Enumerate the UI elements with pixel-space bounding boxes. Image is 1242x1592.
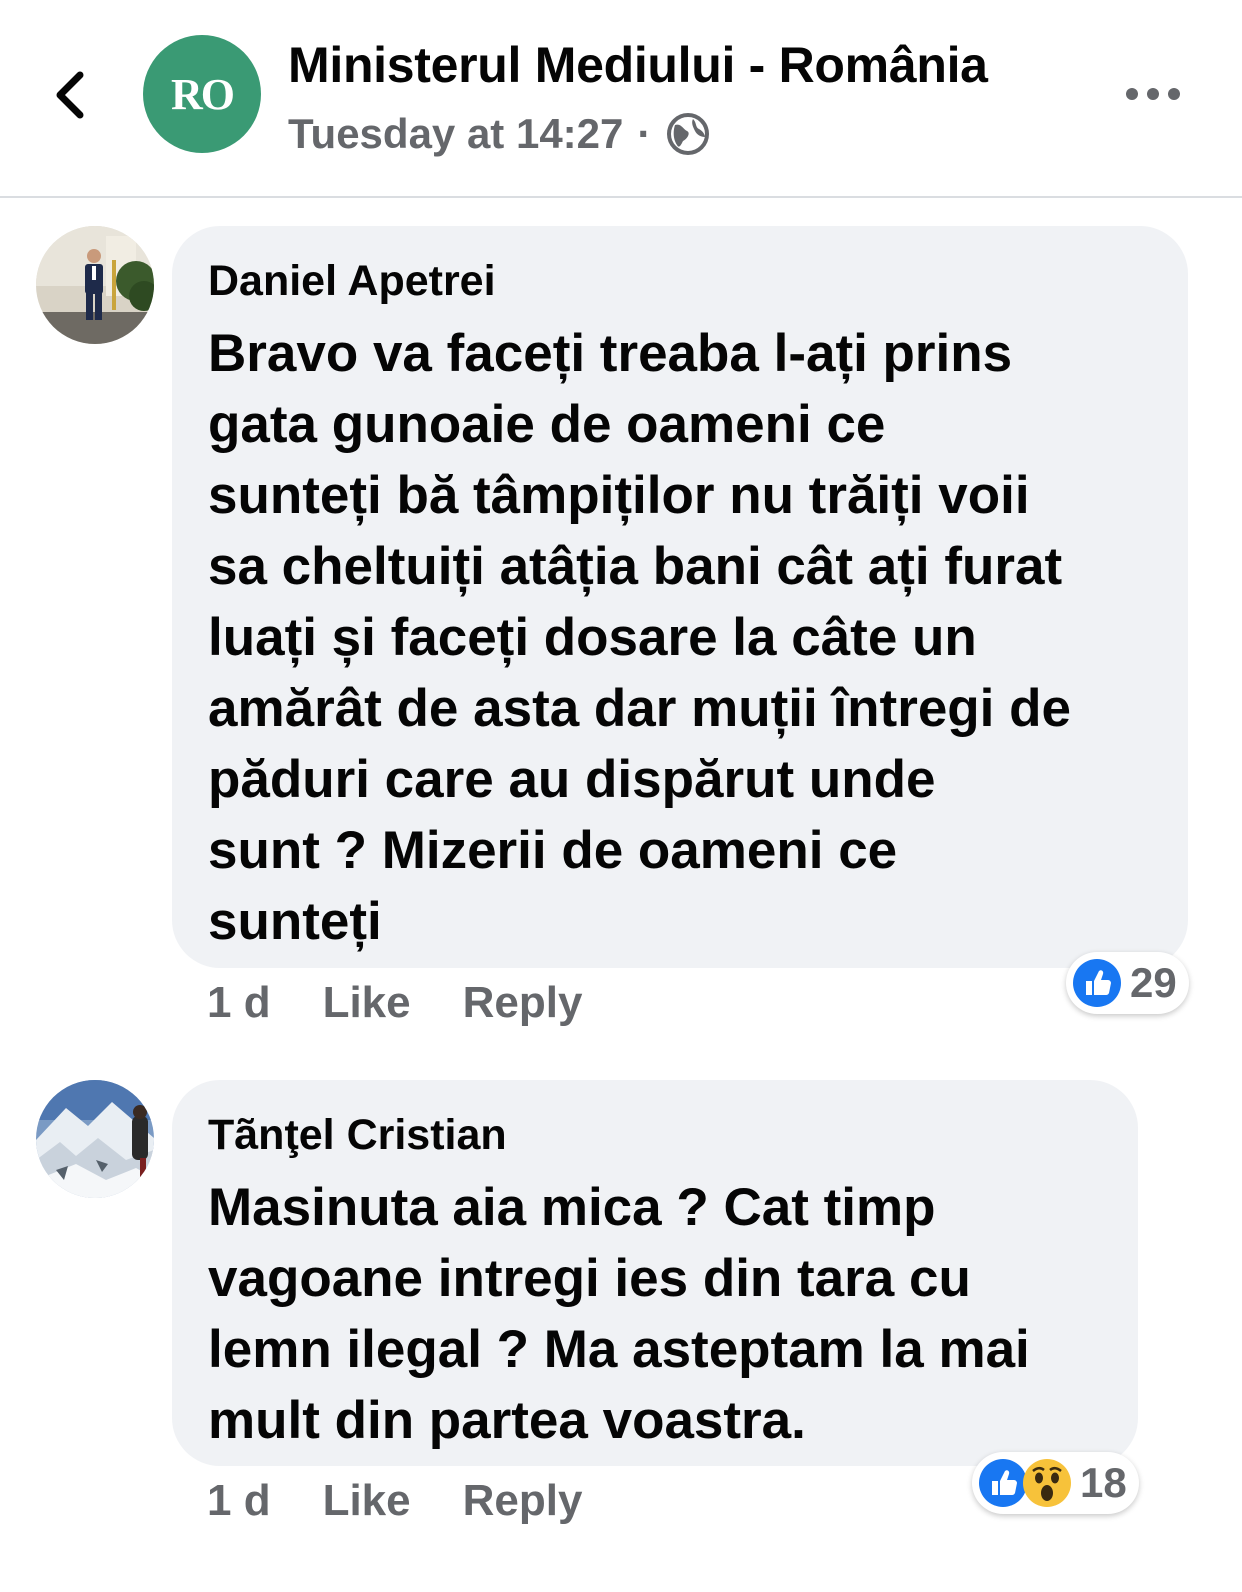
page-avatar-logo: RO [171, 69, 235, 119]
like-reaction-icon [1073, 959, 1121, 1007]
comment-bubble: Tãnţel Cristian Masinuta aia mica ? Cat … [172, 1080, 1138, 1466]
page-title[interactable]: Ministerul Mediului - România [288, 36, 988, 94]
reaction-summary[interactable]: 18 [972, 1452, 1139, 1514]
comment-actions: 1 d Like Reply [207, 978, 582, 1028]
reply-button[interactable]: Reply [463, 978, 583, 1028]
more-dots-icon [1126, 88, 1180, 100]
post-meta: Tuesday at 14:27 · [288, 108, 711, 160]
like-reaction-icon [979, 1459, 1027, 1507]
post-timestamp[interactable]: Tuesday at 14:27 [288, 110, 623, 158]
commenter-avatar[interactable] [36, 226, 154, 344]
comment-bubble: Daniel Apetrei Bravo va faceți treaba l-… [172, 226, 1188, 968]
commenter-photo [36, 226, 154, 344]
more-options-button[interactable] [1118, 72, 1188, 116]
comment-author[interactable]: Daniel Apetrei [208, 254, 1152, 308]
reaction-count: 18 [1080, 1459, 1127, 1506]
reaction-count: 29 [1130, 959, 1177, 1006]
page-avatar[interactable]: RO [143, 35, 261, 153]
wow-reaction-icon [1023, 1459, 1071, 1507]
post-header: RO Ministerul Mediului - România Tuesday… [0, 0, 1242, 198]
comment-text: Bravo va faceți treaba l-ați prins gata … [208, 324, 1071, 951]
comment-actions: 1 d Like Reply [207, 1476, 582, 1526]
like-button[interactable]: Like [323, 978, 411, 1028]
reaction-summary[interactable]: 29 [1066, 952, 1189, 1014]
commenter-photo [36, 1080, 154, 1198]
comment-text: Masinuta aia mica ? Cat timp vagoane int… [208, 1178, 1030, 1450]
comment-author[interactable]: Tãnţel Cristian [208, 1108, 1102, 1162]
chevron-left-icon [56, 71, 84, 119]
comment-time: 1 d [207, 1476, 271, 1525]
like-button[interactable]: Like [323, 1476, 411, 1526]
meta-separator: · [637, 110, 652, 157]
reply-button[interactable]: Reply [463, 1476, 583, 1526]
back-button[interactable] [40, 60, 100, 130]
globe-icon [667, 113, 710, 155]
commenter-avatar[interactable] [36, 1080, 154, 1198]
comment-time: 1 d [207, 978, 271, 1027]
